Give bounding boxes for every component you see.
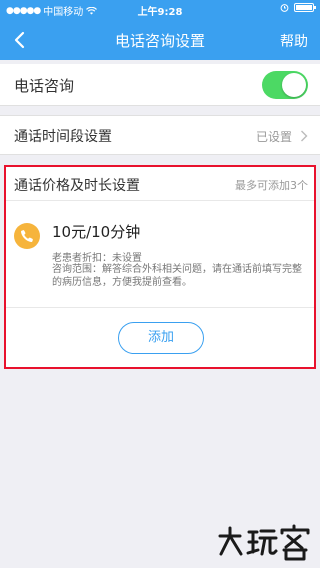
nav-bar: 电话咨询设置 帮助 bbox=[0, 20, 320, 60]
status-time: 上午9:28 bbox=[137, 7, 183, 18]
phone-consult-label: 电话咨询 bbox=[14, 77, 75, 95]
status-bar: ●●●●● 中国移动 上午9:28 bbox=[0, 0, 320, 20]
time-slot-value: 已设置 bbox=[255, 130, 292, 144]
help-button[interactable]: 帮助 bbox=[280, 31, 308, 51]
toggle-knob bbox=[282, 73, 306, 97]
page-title: 电话咨询设置 bbox=[114, 32, 205, 50]
battery-icon bbox=[294, 3, 316, 12]
discount-label: 老患者折扣：未设置 bbox=[52, 253, 142, 264]
chevron-right-icon bbox=[301, 130, 308, 142]
add-button[interactable]: 添加 bbox=[118, 322, 204, 354]
watermark-logo bbox=[218, 524, 310, 561]
alarm-icon bbox=[280, 4, 289, 12]
phone-consult-toggle[interactable] bbox=[262, 71, 308, 99]
price-duration-panel: 通话价格及时长设置 最多可添加3个 10元/10分钟 老患者折扣：未设置 咨询范… bbox=[4, 165, 316, 369]
time-slot-row[interactable]: 通话时间段设置 已设置 bbox=[0, 115, 320, 155]
status-bar-right bbox=[280, 3, 316, 12]
price-item[interactable]: 10元/10分钟 老患者折扣：未设置 咨询范围：解答综合外科相关问题，请在通话前… bbox=[6, 201, 314, 308]
price-section-hint: 最多可添加3个 bbox=[235, 179, 308, 192]
phone-consult-row: 电话咨询 bbox=[0, 64, 320, 106]
time-slot-label: 通话时间段设置 bbox=[14, 129, 112, 145]
price-section-header: 通话价格及时长设置 最多可添加3个 bbox=[6, 167, 314, 201]
price-label: 10元/10分钟 bbox=[52, 223, 141, 241]
price-section-title: 通话价格及时长设置 bbox=[14, 178, 140, 194]
consult-description: 咨询范围：解答综合外科相关问题，请在通话前填写完整的病历信息，方便我提前查看。 bbox=[52, 264, 302, 288]
phone-icon bbox=[14, 223, 40, 249]
